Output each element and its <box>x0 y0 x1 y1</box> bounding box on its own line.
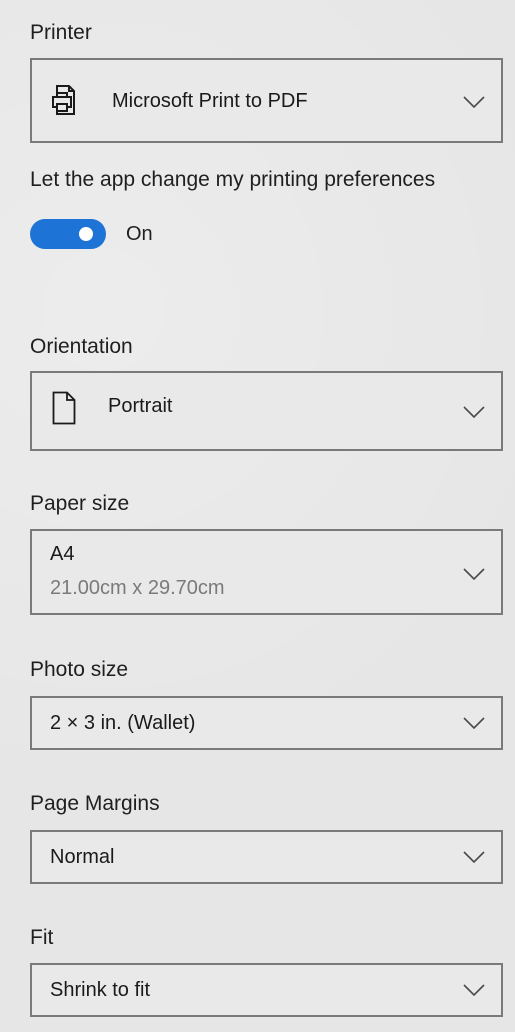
photo-size-label: Photo size <box>30 658 129 681</box>
paper-size-dropdown[interactable]: A4 21.00cm x 29.70cm <box>30 529 503 615</box>
chevron-down-icon <box>463 717 485 729</box>
chevron-down-icon <box>463 406 485 418</box>
chevron-down-icon <box>463 96 485 108</box>
fit-value: Shrink to fit <box>50 979 151 1001</box>
printer-icon <box>52 85 75 115</box>
printer-label: Printer <box>30 21 92 44</box>
preferences-toggle[interactable] <box>30 219 106 249</box>
page-icon <box>52 391 76 425</box>
orientation-label: Orientation <box>30 335 133 358</box>
page-margins-value: Normal <box>50 846 115 868</box>
photo-size-dropdown[interactable]: 2 × 3 in. (Wallet) <box>30 696 503 750</box>
print-settings-panel: Printer Microsoft Print to PDF Let the a… <box>0 0 515 1032</box>
printer-dropdown[interactable]: Microsoft Print to PDF <box>30 58 503 143</box>
chevron-down-icon <box>463 984 485 996</box>
chevron-down-icon <box>463 851 485 863</box>
photo-size-value: 2 × 3 in. (Wallet) <box>50 712 196 734</box>
page-margins-label: Page Margins <box>30 792 160 815</box>
orientation-dropdown[interactable]: Portrait <box>30 371 503 451</box>
toggle-state-label: On <box>126 223 153 245</box>
orientation-value: Portrait <box>108 395 173 417</box>
printer-value: Microsoft Print to PDF <box>112 90 308 112</box>
paper-size-dimensions: 21.00cm x 29.70cm <box>50 577 225 599</box>
paper-size-value: A4 <box>50 543 75 565</box>
paper-size-label: Paper size <box>30 492 130 515</box>
fit-label: Fit <box>30 926 54 949</box>
toggle-knob <box>79 227 93 241</box>
preferences-label: Let the app change my printing preferenc… <box>30 168 436 191</box>
fit-dropdown[interactable]: Shrink to fit <box>30 963 503 1017</box>
page-margins-dropdown[interactable]: Normal <box>30 830 503 884</box>
chevron-down-icon <box>463 568 485 580</box>
